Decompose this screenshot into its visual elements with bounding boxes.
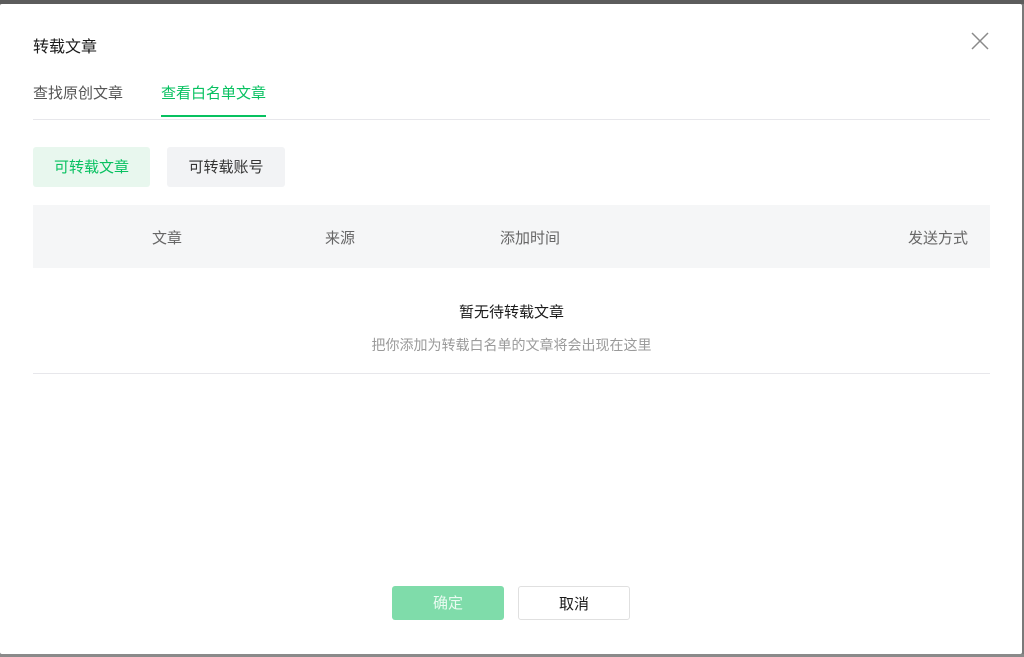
reprint-article-dialog: 转载文章 查找原创文章 查看白名单文章 可转载文章 可转载账号 文章 来源 添加… [0, 4, 1022, 654]
column-header-article: 文章 [152, 229, 183, 247]
empty-state-title: 暂无待转载文章 [458, 303, 564, 321]
tab-bar: 查找原创文章 查看白名单文章 [33, 74, 990, 120]
empty-state-description: 把你添加为转载白名单的文章将会出现在这里 [371, 338, 652, 354]
tab-whitelist-articles[interactable]: 查看白名单文章 [161, 82, 267, 117]
dialog-footer: 确定 取消 [0, 586, 1022, 620]
column-header-source: 来源 [325, 229, 356, 247]
column-header-added-time: 添加时间 [500, 229, 561, 247]
subtab-reprintable-articles[interactable]: 可转载文章 [33, 147, 150, 187]
table-header: 文章 来源 添加时间 发送方式 [33, 205, 990, 268]
column-header-send-method: 发送方式 [908, 229, 969, 247]
tab-find-original-articles[interactable]: 查找原创文章 [33, 82, 123, 115]
confirm-button[interactable]: 确定 [392, 586, 504, 620]
dialog-title: 转载文章 [33, 37, 98, 56]
empty-state: 暂无待转载文章 把你添加为转载白名单的文章将会出现在这里 [33, 269, 990, 374]
cancel-button[interactable]: 取消 [518, 586, 630, 620]
close-button[interactable] [969, 30, 991, 52]
subtab-reprintable-accounts[interactable]: 可转载账号 [167, 147, 285, 187]
close-icon [971, 32, 989, 50]
